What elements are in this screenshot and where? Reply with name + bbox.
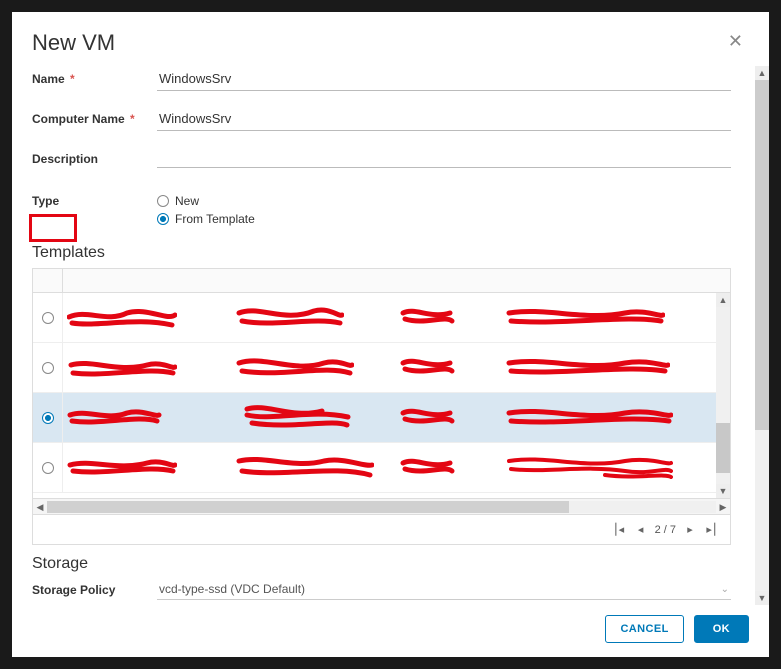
templates-pagination: ⎮◂ ◂ 2 / 7 ▸ ▸⎮ [33,514,730,544]
scroll-up-icon[interactable]: ▲ [716,293,730,307]
modal-header: New VM ✕ [12,12,769,66]
page-next-button[interactable]: ▸ [682,523,698,536]
table-row[interactable] [33,393,730,443]
templates-h-scrollbar[interactable]: ◀ ▶ [33,498,730,514]
cancel-button[interactable]: Cancel [605,615,683,643]
storage-policy-label: Storage Policy [32,583,157,597]
scroll-down-icon[interactable]: ▼ [755,591,769,605]
type-option-from-template[interactable]: From Template [157,212,255,226]
body-scrollbar-thumb[interactable] [755,80,769,430]
modal-footer: Cancel OK [12,605,769,657]
ok-button[interactable]: OK [694,615,749,643]
scroll-down-icon[interactable]: ▼ [716,484,730,498]
radio-icon [157,195,169,207]
new-vm-modal: New VM ✕ ▲ ▼ Name * WindowsSrv Computer … [12,12,769,657]
type-label: Type [32,194,157,208]
type-option-new[interactable]: New [157,194,255,208]
templates-scrollbar[interactable]: ▲ ▼ [716,293,730,498]
radio-icon[interactable] [42,412,54,424]
type-radio-group: New From Template [157,194,255,226]
templates-table: ▲ ▼ redacted [32,268,731,545]
radio-icon [157,213,169,225]
h-scrollbar-thumb[interactable] [47,501,569,513]
name-input[interactable]: WindowsSrv [157,67,731,91]
description-input[interactable] [157,150,731,168]
chevron-down-icon: ⌄ [721,584,729,595]
radio-icon[interactable] [42,312,54,324]
scroll-left-icon[interactable]: ◀ [33,500,47,514]
name-label: Name * [32,72,157,86]
scroll-right-icon[interactable]: ▶ [716,500,730,514]
page-last-button[interactable]: ▸⎮ [704,523,720,536]
page-prev-button[interactable]: ◂ [633,523,649,536]
close-icon[interactable]: ✕ [722,30,749,52]
description-label: Description [32,152,157,166]
body-scrollbar-track[interactable]: ▲ ▼ [755,66,769,605]
templates-scrollbar-thumb[interactable] [716,423,730,473]
radio-icon[interactable] [42,362,54,374]
templates-header [33,269,730,293]
computer-name-label: Computer Name * [32,112,157,126]
storage-section-title: Storage [32,555,731,573]
scroll-up-icon[interactable]: ▲ [755,66,769,80]
page-first-button[interactable]: ⎮◂ [611,523,627,536]
table-row[interactable] [33,343,730,393]
templates-section-title: Templates [32,244,731,262]
page-indicator: 2 / 7 [655,524,676,536]
computer-name-input[interactable]: WindowsSrv [157,107,731,131]
radio-icon[interactable] [42,462,54,474]
table-row[interactable] [33,443,730,493]
modal-title: New VM [32,30,115,56]
modal-body: ▲ ▼ Name * WindowsSrv Computer Name * Wi… [12,66,769,605]
storage-policy-select[interactable]: vcd-type-ssd (VDC Default) ⌄ [157,579,731,600]
table-row[interactable]: redacted [33,293,730,343]
